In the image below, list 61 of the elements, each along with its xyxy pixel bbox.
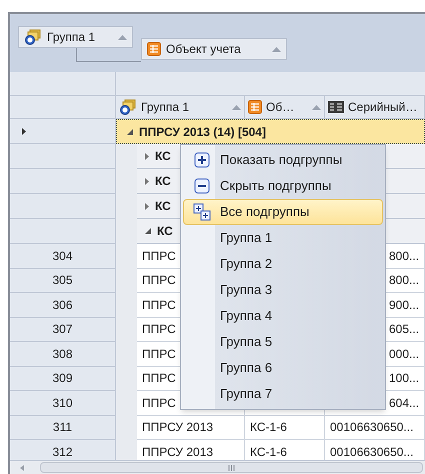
- table-cell: КС-1-6: [245, 416, 325, 440]
- row-indicator[interactable]: [10, 119, 116, 144]
- expand-icon[interactable]: [145, 178, 149, 184]
- row-number: 308: [10, 342, 116, 366]
- group-row-label: ППРСУ 2013 (14) [504]: [139, 124, 266, 140]
- table-cell: 00106630650...: [325, 440, 425, 460]
- minus-icon: [194, 178, 210, 194]
- group-chip[interactable]: Объект учета: [141, 38, 287, 60]
- object-icon: [147, 42, 161, 56]
- row-number: 312: [10, 440, 116, 460]
- group-icon: [24, 29, 42, 45]
- subgroup-label: КС: [155, 198, 171, 215]
- expand-all-icon: [193, 203, 211, 221]
- header-label: Группа 1: [141, 99, 190, 116]
- row-number: 307: [10, 318, 116, 342]
- table-cell: ППРСУ 2013: [137, 440, 245, 460]
- header-label: Об…: [266, 99, 296, 116]
- row-indicator[interactable]: [10, 169, 116, 194]
- chip-label: Объект учета: [166, 41, 242, 58]
- scrollbar-thumb[interactable]: [40, 462, 423, 473]
- row-number: 311: [10, 416, 116, 440]
- subgroup-label: КС: [157, 223, 173, 240]
- column-header[interactable]: Группа 1: [116, 96, 245, 118]
- group-chip[interactable]: Группа 1: [18, 26, 133, 48]
- expand-icon[interactable]: [145, 202, 149, 210]
- group-row[interactable]: ППРСУ 2013 (14) [504]: [116, 119, 425, 144]
- row-number: 305: [10, 268, 116, 293]
- horizontal-scrollbar[interactable]: [10, 460, 425, 474]
- object-icon: [248, 100, 262, 114]
- table-cell: КС-1-6: [245, 440, 325, 460]
- menu-item[interactable]: Скрыть подгруппы: [183, 173, 383, 199]
- plus-icon: [194, 152, 210, 168]
- subgroup-label: КС: [155, 148, 171, 165]
- row-number: 310: [10, 391, 116, 416]
- row-number: 309: [10, 366, 116, 391]
- collapse-icon[interactable]: [127, 128, 133, 134]
- menu-item[interactable]: Показать подгруппы: [183, 147, 383, 173]
- menu-item-label: Показать подгруппы: [220, 151, 342, 170]
- row-indicator[interactable]: [10, 219, 116, 244]
- row-number: 306: [10, 293, 116, 318]
- menu-item-label: Все подгруппы: [220, 203, 310, 222]
- subgroup-label: КС: [155, 173, 171, 190]
- scroll-left-icon[interactable]: [20, 464, 24, 470]
- chip-label: Группа 1: [47, 29, 96, 46]
- table-cell: 00106630650...: [325, 416, 425, 440]
- row-number: 304: [10, 244, 116, 268]
- header-label: Серийный…: [348, 99, 418, 116]
- row-indicator[interactable]: [10, 194, 116, 219]
- column-header[interactable]: Об…: [245, 96, 325, 118]
- table-cell: ППРСУ 2013: [137, 416, 245, 440]
- menu-item-label: Скрыть подгруппы: [220, 177, 332, 196]
- expand-icon[interactable]: [145, 152, 149, 160]
- menu-item[interactable]: Все подгруппы: [183, 199, 383, 225]
- group-icon: [119, 99, 137, 115]
- grip-icon: [228, 464, 235, 470]
- row-indicator[interactable]: [10, 144, 116, 169]
- serial-icon: [328, 101, 344, 113]
- focused-row-icon: [22, 128, 26, 134]
- column-header[interactable]: Серийный…: [325, 96, 425, 118]
- group-indent: [116, 440, 137, 460]
- collapse-icon[interactable]: [145, 228, 151, 234]
